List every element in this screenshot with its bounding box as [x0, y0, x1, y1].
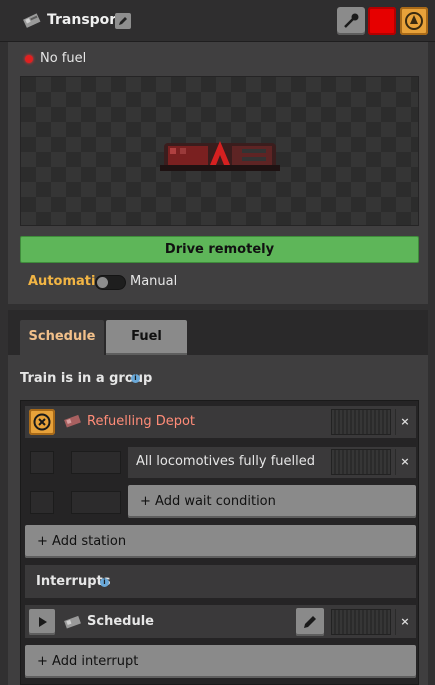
interrupt-name[interactable]: Schedule [87, 614, 154, 629]
remove-interrupt-button[interactable]: × [395, 609, 414, 635]
info-icon[interactable]: i [100, 578, 109, 587]
add-wait-condition-button[interactable]: + Add wait condition [128, 485, 416, 518]
center-on-entity-button[interactable] [400, 7, 428, 35]
train-stop-icon [63, 412, 83, 430]
locomotive-icon [22, 10, 42, 30]
condition-slot [71, 491, 121, 514]
play-interrupt-button[interactable] [29, 609, 55, 635]
entity-preview[interactable] [20, 76, 419, 226]
condition-slot [71, 451, 121, 474]
info-icon[interactable]: i [131, 374, 140, 383]
color-picker-button[interactable] [368, 7, 396, 35]
window-title: Transport [47, 12, 123, 28]
center-on-entity-icon [405, 12, 423, 30]
station-progress-bar [331, 409, 391, 435]
automatic-mode-label[interactable]: Automatic [28, 274, 103, 289]
add-interrupt-button[interactable]: + Add interrupt [25, 645, 416, 678]
rename-icon[interactable] [115, 13, 131, 29]
edit-interrupt-button[interactable] [296, 608, 324, 636]
pencil-icon [304, 616, 316, 628]
manual-mode-label[interactable]: Manual [130, 274, 177, 289]
wait-condition-label[interactable]: All locomotives fully fuelled [136, 454, 315, 469]
interrupt-progress-bar [331, 609, 391, 635]
station-name[interactable]: Refuelling Depot [87, 414, 195, 429]
mode-toggle-switch[interactable] [95, 275, 126, 290]
skip-station-button[interactable] [29, 409, 55, 435]
condition-slot [30, 451, 54, 474]
pipette-button[interactable] [337, 7, 365, 35]
pipette-icon [344, 13, 359, 28]
toggle-knob [97, 277, 108, 288]
tab-fuel[interactable]: Fuel [106, 320, 187, 355]
train-stop-icon [63, 613, 83, 631]
close-circle-icon [33, 413, 51, 431]
add-station-button[interactable]: + Add station [25, 525, 416, 558]
status-text: No fuel [40, 51, 87, 66]
condition-slot [30, 491, 54, 514]
remove-station-button[interactable]: × [395, 409, 414, 435]
condition-progress-bar [331, 449, 391, 475]
play-icon [39, 617, 47, 627]
locomotive-preview-icon [156, 135, 284, 177]
drive-remotely-button[interactable]: Drive remotely [20, 236, 419, 263]
tab-schedule[interactable]: Schedule [20, 320, 104, 355]
status-indicator-icon [25, 55, 33, 63]
remove-condition-button[interactable]: × [395, 449, 414, 475]
